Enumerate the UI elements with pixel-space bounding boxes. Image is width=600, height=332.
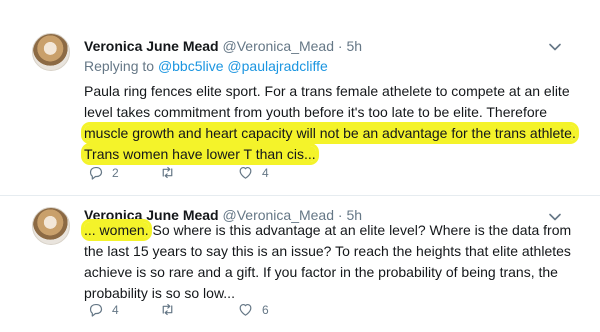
reply-button[interactable]: 2	[87, 164, 119, 181]
like-count: 4	[262, 165, 269, 180]
tweet-text-line: the last 15 years to say this is an issu…	[84, 243, 571, 259]
mention-link[interactable]: @bbc5live	[158, 58, 224, 74]
separator: ·	[337, 38, 343, 54]
timestamp[interactable]: 5h	[346, 38, 362, 54]
retweet-button[interactable]	[159, 164, 184, 181]
replying-to-label: Replying to	[84, 58, 155, 74]
tweet: Veronica June Mead @Veronica_Mead · 5h R…	[0, 0, 600, 196]
heart-icon	[239, 166, 252, 179]
retweet-icon	[162, 166, 173, 179]
avatar[interactable]	[32, 33, 70, 71]
highlighted-text: muscle growth and heart capacity will no…	[84, 125, 576, 141]
reply-count: 2	[112, 165, 119, 180]
tweet-text-line-wrapper: ... women. So where is this advantage at…	[84, 220, 574, 241]
tweet-text: ... women. So where is this advantage at…	[84, 220, 574, 304]
mention-link[interactable]: @paulajradcliffe	[227, 58, 327, 74]
reply-count: 4	[112, 302, 119, 317]
tweet-text-line: level takes commitment from youth before…	[84, 104, 548, 120]
like-button[interactable]: 4	[237, 164, 269, 181]
tweet-text-line: Paula ring fences elite sport. For a tra…	[84, 83, 570, 99]
avatar[interactable]	[32, 207, 70, 245]
highlighted-text: ... women.	[84, 222, 149, 238]
like-count: 6	[262, 302, 269, 317]
retweet-button[interactable]	[159, 301, 184, 318]
heart-icon	[239, 303, 252, 316]
tweet-header: Veronica June Mead @Veronica_Mead · 5h	[84, 37, 362, 55]
tweet-text-line-wrapper: muscle growth and heart capacity will no…	[84, 123, 576, 144]
tweet-text-line-wrapper: Trans women have lower T than cis...	[84, 144, 574, 165]
tweet: Veronica June Mead @Veronica_Mead · 5h .…	[0, 196, 600, 332]
tweet-text-line: probability is so so low...	[84, 285, 235, 301]
reply-button[interactable]: 4	[87, 301, 119, 318]
tweet-text-line: achieve is so rare and a gift. If you fa…	[84, 264, 558, 280]
tweet-text-line: So where is this advantage at an elite l…	[148, 222, 572, 238]
chevron-down-icon[interactable]	[548, 40, 562, 54]
replying-to: Replying to @bbc5live @paulajradcliffe	[84, 57, 328, 75]
reply-icon	[89, 303, 103, 317]
like-button[interactable]: 6	[237, 301, 269, 318]
highlighted-text: Trans women have lower T than cis...	[84, 146, 316, 162]
tweet-text: Paula ring fences elite sport. For a tra…	[84, 81, 576, 165]
reply-icon	[89, 166, 103, 180]
author-handle[interactable]: @Veronica_Mead	[223, 38, 335, 54]
author-name[interactable]: Veronica June Mead	[84, 38, 219, 54]
retweet-icon	[162, 303, 173, 316]
